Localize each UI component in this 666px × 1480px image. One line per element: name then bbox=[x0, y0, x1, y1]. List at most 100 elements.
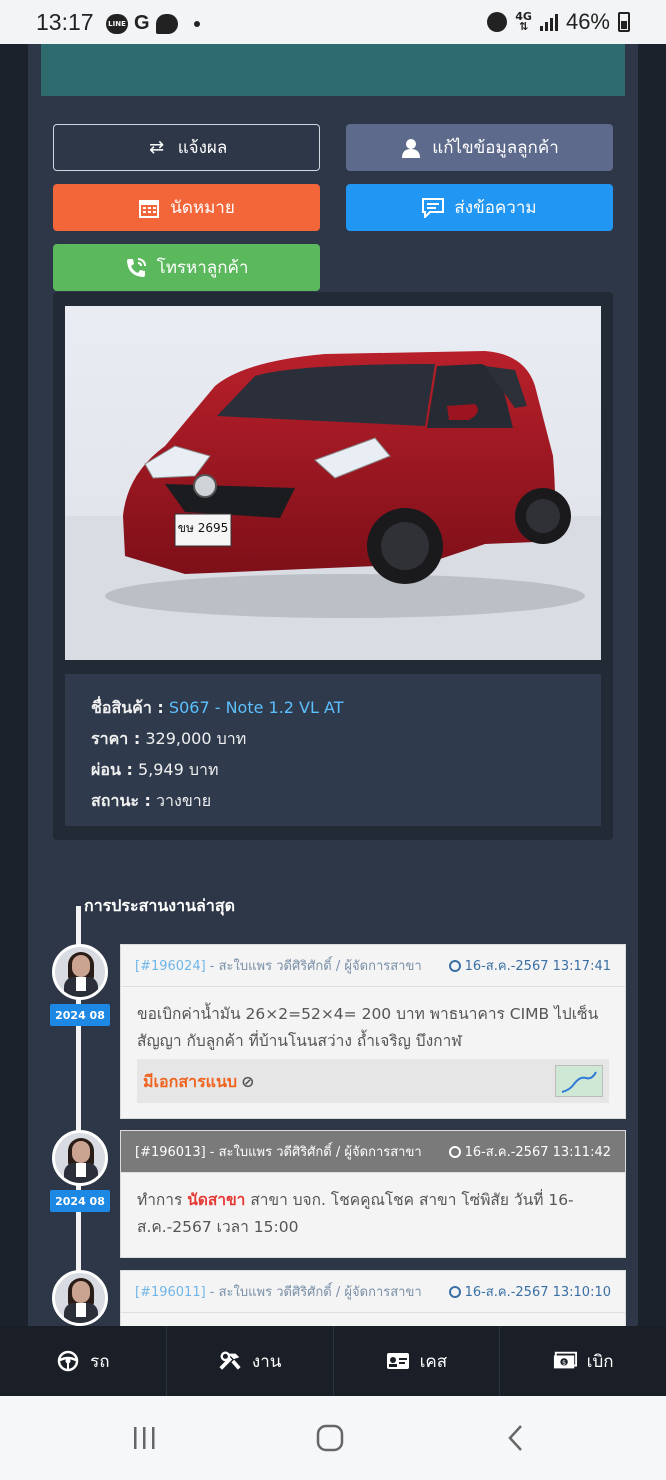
appointment-button[interactable]: นัดหมาย bbox=[53, 184, 320, 231]
timeline-entry: [#196024] - สะใบแพร วดีศิริศักดิ์ / ผู้จ… bbox=[120, 944, 626, 1119]
home-button[interactable] bbox=[310, 1422, 350, 1454]
attachment-row[interactable]: มีเอกสารแนบ ⊘ bbox=[137, 1059, 609, 1103]
notification-icons: LINE G bbox=[106, 12, 200, 35]
entry-author: - สะใบแพร วดีศิริศักดิ์ / ผู้จัดการสาขา bbox=[205, 1145, 422, 1160]
status-bar: 13:17 LINE G 4G ⇅ 46% bbox=[0, 0, 666, 44]
timeline-title: การประสานงานล่าสุด bbox=[84, 896, 235, 915]
license-plate: ขษ 2695 bbox=[178, 521, 228, 535]
id-card-icon bbox=[386, 1350, 410, 1372]
entry-header: [#196024] - สะใบแพร วดีศิริศักดิ์ / ผู้จ… bbox=[121, 945, 625, 987]
alarm-icon bbox=[487, 12, 508, 32]
timeline-entry: [#196013] - สะใบแพร วดีศิริศักดิ์ / ผู้จ… bbox=[120, 1130, 626, 1258]
back-icon bbox=[508, 1425, 522, 1451]
call-customer-button-label: โทรหาลูกค้า bbox=[156, 258, 249, 278]
avatar bbox=[52, 1130, 108, 1186]
call-customer-button[interactable]: โทรหาลูกค้า bbox=[53, 244, 320, 291]
entry-header: [#196011] - สะใบแพร วดีศิริศักดิ์ / ผู้จ… bbox=[121, 1271, 625, 1313]
entry-highlight: นัดสาขา bbox=[187, 1191, 246, 1209]
main-content[interactable]: ⇄ แจ้งผล แก้ไขข้อมูลลูกค้า นัดหมาย ส่งข้… bbox=[28, 44, 638, 1326]
car-photo[interactable]: ขษ 2695 bbox=[65, 306, 601, 660]
nav-work-label: งาน bbox=[251, 1351, 282, 1372]
entry-body: ทำการ นัดสาขา สาขา บจก. โชคคูณโชค สาขา โ… bbox=[121, 1173, 625, 1255]
entry-header: [#196013] - สะใบแพร วดีศิริศักดิ์ / ผู้จ… bbox=[121, 1131, 625, 1173]
clock-icon bbox=[448, 1145, 461, 1158]
report-button-label: แจ้งผล bbox=[177, 138, 228, 158]
product-installment-value: 5,949 บาท bbox=[137, 760, 219, 779]
status-right: 4G ⇅ 46% bbox=[487, 9, 630, 35]
frame-right bbox=[638, 44, 666, 1326]
nav-car[interactable]: รถ bbox=[0, 1326, 167, 1396]
entry-timestamp: 16-ส.ค.-2567 13:17:41 bbox=[448, 955, 611, 976]
entry-id-link[interactable]: [#196013] bbox=[135, 1145, 206, 1160]
product-price-row: ราคา : 329,000 บาท bbox=[91, 723, 575, 754]
entry-timestamp: 16-ส.ค.-2567 13:11:42 bbox=[448, 1141, 611, 1162]
nav-withdraw-label: เบิก bbox=[586, 1351, 614, 1372]
money-icon: $ bbox=[553, 1350, 577, 1372]
google-icon: G bbox=[134, 12, 150, 34]
nav-case-label: เคส bbox=[419, 1351, 448, 1372]
battery-icon bbox=[618, 12, 630, 32]
send-message-button-label: ส่งข้อความ bbox=[454, 198, 537, 218]
product-price-value: 329,000 บาท bbox=[145, 729, 247, 748]
entry-meta: [#196013] - สะใบแพร วดีศิริศักดิ์ / ผู้จ… bbox=[135, 1141, 422, 1162]
entry-meta: [#196011] - สะใบแพร วดีศิริศักดิ์ / ผู้จ… bbox=[135, 1281, 422, 1302]
product-price-label: ราคา : bbox=[91, 729, 141, 748]
status-time: 13:17 bbox=[36, 9, 94, 35]
entry-body: ขอเบิกค่าน้ำมัน 26×2=52×4= 200 บาท พาธนา… bbox=[121, 987, 625, 1117]
entry-text: ขอเบิกค่าน้ำมัน 26×2=52×4= 200 บาท พาธนา… bbox=[137, 1005, 599, 1050]
bottom-nav: รถ งาน เคส $ เบิก bbox=[0, 1326, 666, 1396]
product-card: ขษ 2695 ชื่อสินค้า : S067 - Note 1.2 VL … bbox=[53, 292, 613, 840]
swap-arrows-icon: ⇄ bbox=[149, 137, 165, 158]
recent-apps-icon bbox=[134, 1427, 155, 1449]
svg-text:$: $ bbox=[562, 1359, 566, 1367]
signal-icon bbox=[539, 13, 558, 31]
user-icon bbox=[400, 137, 422, 159]
product-status-value: วางขาย bbox=[156, 791, 212, 810]
entry-text-prefix: ทำการ bbox=[137, 1191, 188, 1209]
product-name-row: ชื่อสินค้า : S067 - Note 1.2 VL AT bbox=[91, 692, 575, 723]
steering-wheel-icon bbox=[56, 1350, 80, 1372]
attachment-label[interactable]: มีเอกสารแนบ ⊘ bbox=[143, 1068, 254, 1095]
edit-customer-button-label: แก้ไขข้อมูลลูกค้า bbox=[432, 138, 559, 158]
timeline-entry: [#196011] - สะใบแพร วดีศิริศักดิ์ / ผู้จ… bbox=[120, 1270, 626, 1326]
recent-apps-button[interactable] bbox=[124, 1422, 164, 1454]
system-nav bbox=[0, 1396, 666, 1480]
clock-icon bbox=[448, 959, 461, 972]
message-icon bbox=[422, 197, 445, 219]
nav-work[interactable]: งาน bbox=[167, 1326, 334, 1396]
product-status-row: สถานะ : วางขาย bbox=[91, 785, 575, 816]
report-button[interactable]: ⇄ แจ้งผล bbox=[53, 124, 320, 171]
calendar-icon bbox=[138, 197, 160, 219]
avatar bbox=[52, 1270, 108, 1326]
back-button[interactable] bbox=[496, 1422, 536, 1454]
phone-icon bbox=[125, 257, 147, 279]
edit-customer-button[interactable]: แก้ไขข้อมูลลูกค้า bbox=[346, 124, 613, 171]
send-message-button[interactable]: ส่งข้อความ bbox=[346, 184, 613, 231]
nav-withdraw[interactable]: $ เบิก bbox=[500, 1326, 666, 1396]
product-info: ชื่อสินค้า : S067 - Note 1.2 VL AT ราคา … bbox=[65, 674, 601, 826]
entry-id-link[interactable]: [#196024] bbox=[135, 959, 206, 974]
date-badge: 2024 08 bbox=[50, 1190, 110, 1212]
network-icon: 4G ⇅ bbox=[515, 10, 532, 33]
product-status-label: สถานะ : bbox=[91, 791, 151, 810]
nav-case[interactable]: เคส bbox=[334, 1326, 501, 1396]
tools-icon bbox=[218, 1350, 242, 1372]
paperclip-icon: ⊘ bbox=[241, 1071, 255, 1091]
clock-icon bbox=[448, 1285, 461, 1298]
entry-timestamp-text: 16-ส.ค.-2567 13:10:10 bbox=[464, 1285, 611, 1300]
entry-timestamp-text: 16-ส.ค.-2567 13:17:41 bbox=[464, 959, 611, 974]
product-installment-label: ผ่อน : bbox=[91, 760, 133, 779]
dot-icon bbox=[193, 20, 200, 27]
network-label: 4G bbox=[515, 10, 532, 23]
date-badge: 2024 08 bbox=[50, 1004, 110, 1026]
entry-timestamp: 16-ส.ค.-2567 13:10:10 bbox=[448, 1281, 611, 1302]
product-name-link[interactable]: S067 - Note 1.2 VL AT bbox=[169, 698, 344, 717]
map-thumbnail[interactable] bbox=[555, 1065, 603, 1097]
frame-left bbox=[0, 44, 28, 1326]
battery-percent: 46% bbox=[565, 9, 610, 34]
entry-author: - สะใบแพร วดีศิริศักดิ์ / ผู้จัดการสาขา bbox=[205, 1285, 422, 1300]
entry-id-link[interactable]: [#196011] bbox=[135, 1285, 206, 1300]
product-installment-row: ผ่อน : 5,949 บาท bbox=[91, 754, 575, 785]
appointment-button-label: นัดหมาย bbox=[170, 198, 235, 218]
attachment-label-text: มีเอกสารแนบ bbox=[143, 1071, 238, 1091]
